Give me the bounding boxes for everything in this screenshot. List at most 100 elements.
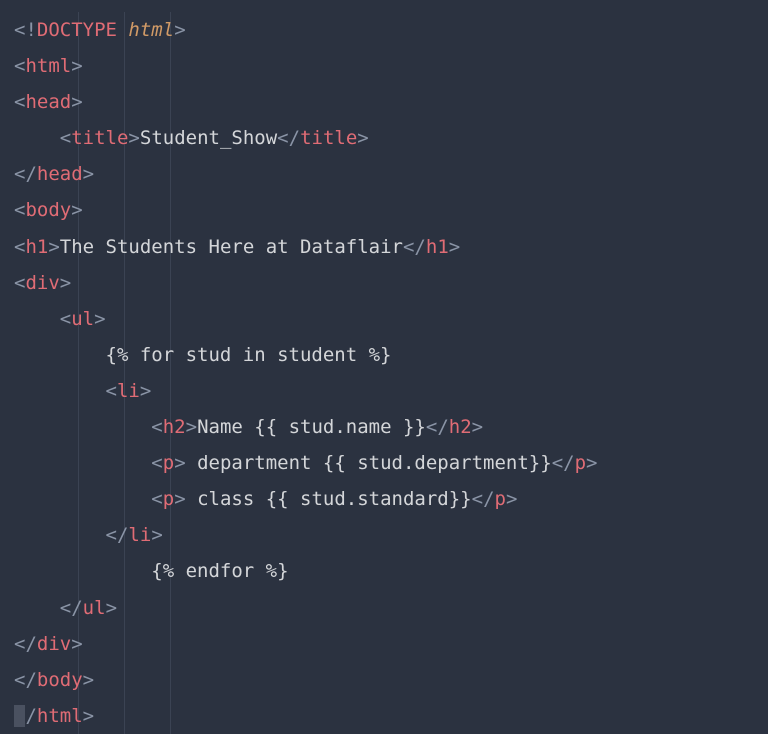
tag-name: html xyxy=(25,55,71,77)
punctuation: < xyxy=(60,127,71,149)
punctuation: < xyxy=(426,416,437,438)
punctuation: / xyxy=(71,597,82,619)
code-line[interactable]: <p> department {{ stud.department}}</p> xyxy=(14,445,754,481)
indent xyxy=(14,380,106,402)
punctuation: < xyxy=(106,524,117,546)
tag-name: p xyxy=(575,452,586,474)
code-line[interactable]: {% endfor %} xyxy=(14,553,754,589)
indent xyxy=(14,127,60,149)
code-line[interactable]: </div> xyxy=(14,626,754,662)
tag-name: h1 xyxy=(25,236,48,258)
template-tag: {% endfor %} xyxy=(151,560,288,582)
attribute: html xyxy=(128,19,174,41)
punctuation: < xyxy=(60,308,71,330)
tag-name: title xyxy=(71,127,128,149)
code-line[interactable]: <p> class {{ stud.standard}}</p> xyxy=(14,481,754,517)
tag-name: DOCTYPE xyxy=(37,19,117,41)
code-line[interactable]: </head> xyxy=(14,156,754,192)
punctuation: > xyxy=(71,55,82,77)
punctuation: / xyxy=(414,236,425,258)
punctuation: > xyxy=(48,236,59,258)
tag-name: div xyxy=(25,272,59,294)
punctuation: > xyxy=(586,452,597,474)
cursor xyxy=(14,705,25,727)
punctuation: < xyxy=(14,91,25,113)
code-editor[interactable]: <!DOCTYPE html> <html> <head> <title>Stu… xyxy=(14,12,754,734)
tag-name: title xyxy=(300,127,357,149)
punctuation: > xyxy=(71,199,82,221)
punctuation: < xyxy=(151,488,162,510)
punctuation: / xyxy=(289,127,300,149)
indent xyxy=(14,488,151,510)
punctuation: > xyxy=(128,127,139,149)
indent xyxy=(14,560,151,582)
code-line[interactable]: <!DOCTYPE html> xyxy=(14,12,754,48)
code-line[interactable]: <body> xyxy=(14,192,754,228)
tag-name: head xyxy=(37,163,83,185)
punctuation: < xyxy=(14,236,25,258)
punctuation: < xyxy=(14,272,25,294)
code-line[interactable]: {% for stud in student %} xyxy=(14,337,754,373)
punctuation: < xyxy=(106,380,117,402)
punctuation: < xyxy=(403,236,414,258)
code-line[interactable]: <div> xyxy=(14,265,754,301)
punctuation: > xyxy=(106,597,117,619)
code-line[interactable]: </html> xyxy=(14,698,754,734)
tag-name: li xyxy=(117,380,140,402)
tag-name: li xyxy=(128,524,151,546)
tag-name: body xyxy=(37,669,83,691)
code-text: department {{ stud.department}} xyxy=(186,452,552,474)
punctuation: > xyxy=(174,488,185,510)
punctuation: < xyxy=(151,452,162,474)
code-line[interactable]: <h2>Name {{ stud.name }}</h2> xyxy=(14,409,754,445)
code-line[interactable]: <li> xyxy=(14,373,754,409)
code-text: Student_Show xyxy=(140,127,277,149)
punctuation: > xyxy=(357,127,368,149)
punctuation: < xyxy=(14,669,25,691)
punctuation: > xyxy=(174,452,185,474)
code-line[interactable]: </ul> xyxy=(14,590,754,626)
code-line[interactable]: <html> xyxy=(14,48,754,84)
code-text xyxy=(117,19,128,41)
code-line[interactable]: <h1>The Students Here at Dataflair</h1> xyxy=(14,229,754,265)
punctuation: > xyxy=(186,416,197,438)
code-text: class {{ stud.standard}} xyxy=(186,488,472,510)
code-text: Name {{ stud.name }} xyxy=(197,416,426,438)
tag-name: div xyxy=(37,633,71,655)
punctuation: < xyxy=(60,597,71,619)
punctuation: < xyxy=(472,488,483,510)
code-line[interactable]: </li> xyxy=(14,517,754,553)
punctuation: > xyxy=(71,91,82,113)
punctuation: < xyxy=(14,55,25,77)
tag-name: ul xyxy=(83,597,106,619)
code-line[interactable]: <head> xyxy=(14,84,754,120)
tag-name: html xyxy=(37,705,83,727)
punctuation: > xyxy=(472,416,483,438)
punctuation: > xyxy=(140,380,151,402)
punctuation: > xyxy=(174,19,185,41)
indent xyxy=(14,416,151,438)
punctuation: > xyxy=(94,308,105,330)
punctuation: < xyxy=(14,633,25,655)
punctuation: < xyxy=(14,163,25,185)
indent xyxy=(14,452,151,474)
punctuation: > xyxy=(506,488,517,510)
code-line[interactable]: <title>Student_Show</title> xyxy=(14,120,754,156)
code-line[interactable]: <ul> xyxy=(14,301,754,337)
code-line[interactable]: </body> xyxy=(14,662,754,698)
tag-name: ul xyxy=(71,308,94,330)
indent xyxy=(14,344,106,366)
tag-name: p xyxy=(495,488,506,510)
punctuation: > xyxy=(83,705,94,727)
punctuation: > xyxy=(151,524,162,546)
punctuation: < xyxy=(552,452,563,474)
tag-name: h2 xyxy=(163,416,186,438)
punctuation: / xyxy=(25,705,36,727)
tag-name: h2 xyxy=(449,416,472,438)
punctuation: / xyxy=(25,163,36,185)
punctuation: < xyxy=(14,199,25,221)
punctuation: / xyxy=(483,488,494,510)
punctuation: > xyxy=(83,163,94,185)
punctuation: / xyxy=(117,524,128,546)
punctuation: < xyxy=(277,127,288,149)
